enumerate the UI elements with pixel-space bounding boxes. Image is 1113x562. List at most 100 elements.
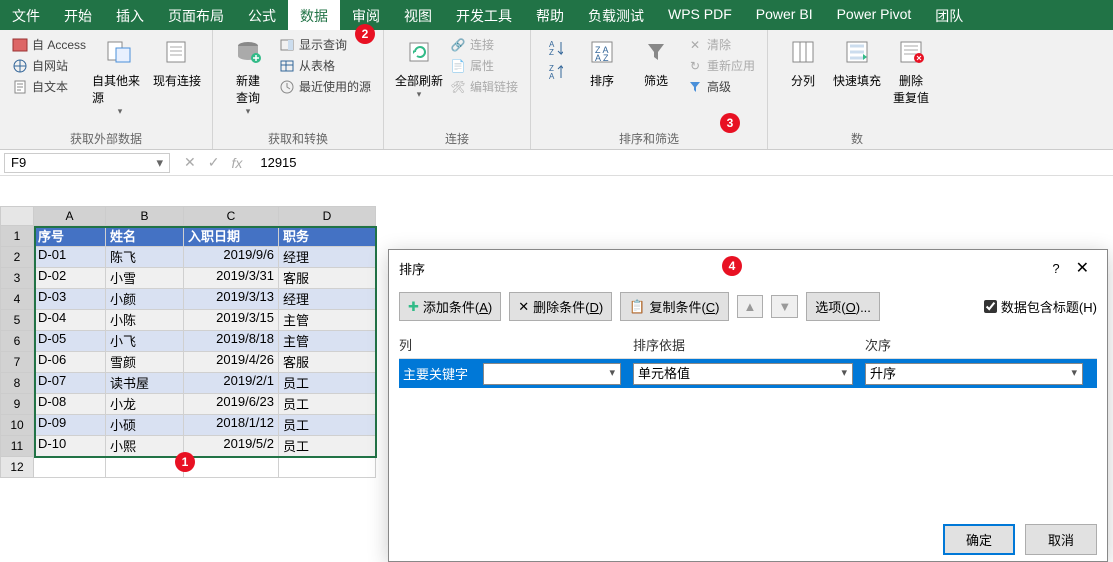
- col-header-A[interactable]: A: [34, 206, 106, 226]
- cell[interactable]: 小颜: [106, 289, 184, 310]
- ok-button[interactable]: 确定: [943, 524, 1015, 555]
- tab-team[interactable]: 团队: [923, 0, 975, 30]
- tab-insert[interactable]: 插入: [104, 0, 156, 30]
- remove-duplicates[interactable]: 删除 重复值: [884, 34, 938, 108]
- cell[interactable]: 2019/3/15: [184, 310, 279, 331]
- cell[interactable]: 小雪: [106, 268, 184, 289]
- cell[interactable]: 2019/3/13: [184, 289, 279, 310]
- advanced-filter[interactable]: 高级: [683, 76, 759, 97]
- cell[interactable]: D-10: [34, 436, 106, 457]
- col-header-D[interactable]: D: [279, 206, 376, 226]
- formula-input[interactable]: 12915: [252, 155, 1113, 170]
- row-header[interactable]: 3: [0, 268, 34, 289]
- cell[interactable]: 客服: [279, 352, 376, 373]
- cell[interactable]: D-08: [34, 394, 106, 415]
- connections[interactable]: 🔗连接: [446, 34, 522, 55]
- row-header[interactable]: 2: [0, 247, 34, 268]
- cell[interactable]: D-09: [34, 415, 106, 436]
- cell[interactable]: D-04: [34, 310, 106, 331]
- header-checkbox[interactable]: 数据包含标题(H): [984, 297, 1097, 316]
- recent-sources[interactable]: 最近使用的源: [275, 76, 375, 97]
- row-header[interactable]: 10: [0, 415, 34, 436]
- options-button[interactable]: 选项(O)...: [806, 292, 880, 321]
- help-button[interactable]: ?: [1044, 261, 1067, 276]
- cancel-fx-icon[interactable]: ✕: [184, 154, 196, 171]
- cell[interactable]: D-03: [34, 289, 106, 310]
- close-button[interactable]: ✕: [1068, 258, 1097, 278]
- cell[interactable]: 2019/5/2: [184, 436, 279, 457]
- filter-button[interactable]: 筛选: [629, 34, 683, 91]
- row-header[interactable]: 5: [0, 310, 34, 331]
- cell[interactable]: [34, 457, 106, 478]
- tab-formula[interactable]: 公式: [236, 0, 288, 30]
- row-header[interactable]: 8: [0, 373, 34, 394]
- cell[interactable]: 2019/8/18: [184, 331, 279, 352]
- flash-fill[interactable]: 快速填充: [830, 34, 884, 91]
- cell[interactable]: 员工: [279, 394, 376, 415]
- row-header[interactable]: 6: [0, 331, 34, 352]
- cell[interactable]: 陈飞: [106, 247, 184, 268]
- text-to-columns[interactable]: 分列: [776, 34, 830, 91]
- cell[interactable]: 员工: [279, 373, 376, 394]
- tab-view[interactable]: 视图: [392, 0, 444, 30]
- cell[interactable]: 2018/1/12: [184, 415, 279, 436]
- tab-dev[interactable]: 开发工具: [444, 0, 524, 30]
- basis-select[interactable]: 单元格值: [633, 363, 853, 385]
- sort-desc[interactable]: ZA: [543, 62, 571, 82]
- col-header-C[interactable]: C: [184, 206, 279, 226]
- cell[interactable]: 经理: [279, 289, 376, 310]
- tab-data[interactable]: 数据: [288, 0, 340, 30]
- row-header[interactable]: 11: [0, 436, 34, 457]
- row-header[interactable]: 12: [0, 457, 34, 478]
- header-cell[interactable]: 入职日期: [184, 226, 279, 247]
- cell[interactable]: 员工: [279, 415, 376, 436]
- tab-help[interactable]: 帮助: [524, 0, 576, 30]
- copy-condition-button[interactable]: 📋复制条件(C): [620, 292, 728, 321]
- tab-pbi[interactable]: Power BI: [744, 0, 825, 30]
- header-cell[interactable]: 序号: [34, 226, 106, 247]
- cell[interactable]: 2019/9/6: [184, 247, 279, 268]
- cell[interactable]: 主管: [279, 331, 376, 352]
- cell[interactable]: 读书屋: [106, 373, 184, 394]
- cell[interactable]: 员工: [279, 436, 376, 457]
- sort-level-row[interactable]: 主要关键字 单元格值 升序: [399, 359, 1097, 388]
- column-select[interactable]: [483, 363, 621, 385]
- tab-wps[interactable]: WPS PDF: [656, 0, 744, 30]
- tab-load[interactable]: 负载测试: [576, 0, 656, 30]
- tab-layout[interactable]: 页面布局: [156, 0, 236, 30]
- cell[interactable]: D-06: [34, 352, 106, 373]
- cell[interactable]: [106, 457, 184, 478]
- header-cell[interactable]: 姓名: [106, 226, 184, 247]
- from-text[interactable]: 自文本: [8, 76, 90, 97]
- add-condition-button[interactable]: ✚添加条件(A): [399, 292, 501, 321]
- cell[interactable]: D-02: [34, 268, 106, 289]
- cell[interactable]: 小飞: [106, 331, 184, 352]
- from-other[interactable]: 自其他来源▾: [90, 34, 150, 119]
- accept-fx-icon[interactable]: ✓: [208, 154, 220, 171]
- refresh-all[interactable]: 全部刷新▾: [392, 34, 446, 102]
- from-table[interactable]: 从表格: [275, 55, 375, 76]
- existing-conn[interactable]: 现有连接: [150, 34, 204, 91]
- cell[interactable]: 2019/6/23: [184, 394, 279, 415]
- cell[interactable]: 小硕: [106, 415, 184, 436]
- cell[interactable]: 主管: [279, 310, 376, 331]
- cancel-button[interactable]: 取消: [1025, 524, 1097, 555]
- cell[interactable]: [279, 457, 376, 478]
- tab-pp[interactable]: Power Pivot: [825, 0, 924, 30]
- chevron-down-icon[interactable]: ▾: [156, 155, 163, 171]
- header-cell[interactable]: 职务: [279, 226, 376, 247]
- cell[interactable]: 2019/2/1: [184, 373, 279, 394]
- row-header[interactable]: 9: [0, 394, 34, 415]
- select-all-corner[interactable]: [0, 206, 34, 226]
- name-box[interactable]: F9▾: [4, 153, 170, 173]
- delete-condition-button[interactable]: ✕删除条件(D): [509, 292, 612, 321]
- fx-icon[interactable]: fx: [231, 155, 242, 171]
- tab-home[interactable]: 开始: [52, 0, 104, 30]
- cell[interactable]: 小龙: [106, 394, 184, 415]
- cell[interactable]: D-07: [34, 373, 106, 394]
- cell[interactable]: 客服: [279, 268, 376, 289]
- cell[interactable]: [184, 457, 279, 478]
- tab-file[interactable]: 文件: [0, 0, 52, 30]
- order-select[interactable]: 升序: [865, 363, 1083, 385]
- cell[interactable]: 小熙: [106, 436, 184, 457]
